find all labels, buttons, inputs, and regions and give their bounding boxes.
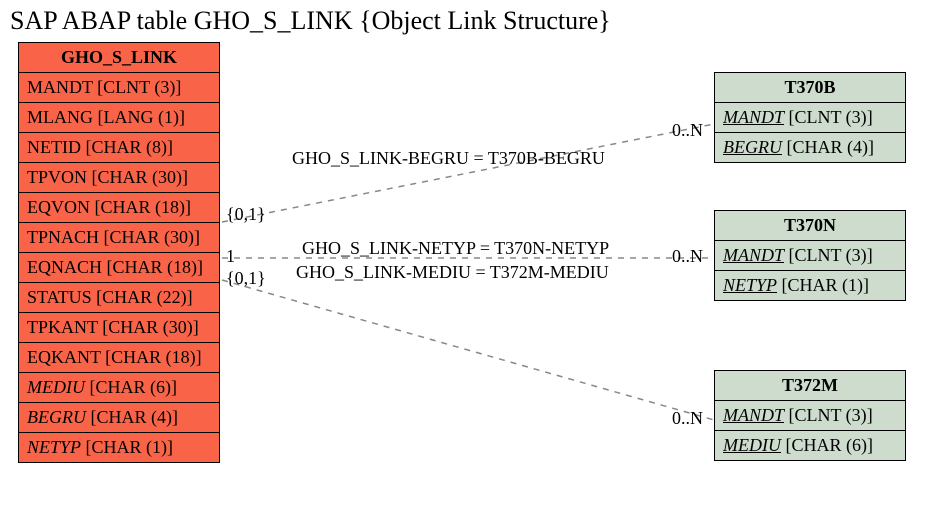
- cardinality-right-1: 0..N: [672, 120, 703, 141]
- cardinality-left-3: {0,1}: [226, 268, 266, 289]
- relation-label-begru: GHO_S_LINK-BEGRU = T370B-BEGRU: [292, 148, 605, 169]
- table-row: STATUS [CHAR (22)]: [19, 283, 219, 313]
- table-gho-s-link: GHO_S_LINK MANDT [CLNT (3)] MLANG [LANG …: [18, 42, 220, 463]
- cardinality-right-3: 0..N: [672, 408, 703, 429]
- table-header: GHO_S_LINK: [19, 43, 219, 73]
- table-row: EQVON [CHAR (18)]: [19, 193, 219, 223]
- table-row: BEGRU [CHAR (4)]: [19, 403, 219, 433]
- table-row: MANDT [CLNT (3)]: [715, 241, 905, 271]
- table-header: T370N: [715, 211, 905, 241]
- table-row: TPNACH [CHAR (30)]: [19, 223, 219, 253]
- cardinality-right-2: 0..N: [672, 246, 703, 267]
- table-row: EQKANT [CHAR (18)]: [19, 343, 219, 373]
- table-t370b: T370B MANDT [CLNT (3)] BEGRU [CHAR (4)]: [714, 72, 906, 163]
- table-row: MEDIU [CHAR (6)]: [19, 373, 219, 403]
- cardinality-left-1: {0,1}: [226, 204, 266, 225]
- table-row: BEGRU [CHAR (4)]: [715, 133, 905, 162]
- table-row: NETYP [CHAR (1)]: [715, 271, 905, 300]
- relation-label-netyp: GHO_S_LINK-NETYP = T370N-NETYP: [302, 238, 609, 259]
- table-row: MEDIU [CHAR (6)]: [715, 431, 905, 460]
- table-t372m: T372M MANDT [CLNT (3)] MEDIU [CHAR (6)]: [714, 370, 906, 461]
- relation-label-mediu: GHO_S_LINK-MEDIU = T372M-MEDIU: [296, 262, 609, 283]
- table-header: T370B: [715, 73, 905, 103]
- page-title: SAP ABAP table GHO_S_LINK {Object Link S…: [10, 6, 611, 36]
- table-t370n: T370N MANDT [CLNT (3)] NETYP [CHAR (1)]: [714, 210, 906, 301]
- table-row: MLANG [LANG (1)]: [19, 103, 219, 133]
- table-header: T372M: [715, 371, 905, 401]
- table-row: NETID [CHAR (8)]: [19, 133, 219, 163]
- table-row: TPVON [CHAR (30)]: [19, 163, 219, 193]
- cardinality-left-2: 1: [226, 246, 235, 267]
- table-row: TPKANT [CHAR (30)]: [19, 313, 219, 343]
- table-row: EQNACH [CHAR (18)]: [19, 253, 219, 283]
- table-row: MANDT [CLNT (3)]: [19, 73, 219, 103]
- table-row: MANDT [CLNT (3)]: [715, 401, 905, 431]
- table-row: MANDT [CLNT (3)]: [715, 103, 905, 133]
- table-row: NETYP [CHAR (1)]: [19, 433, 219, 462]
